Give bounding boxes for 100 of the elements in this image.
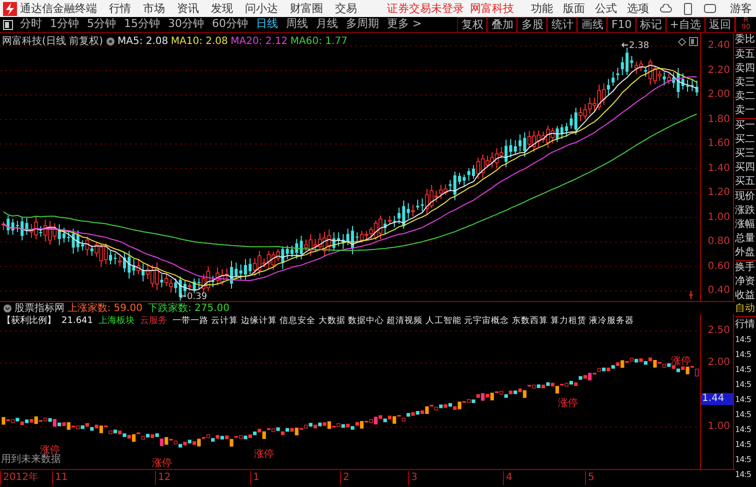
menu-item[interactable]: 选项 <box>622 1 654 16</box>
menu-item[interactable]: 版面 <box>558 1 590 16</box>
sector-name: 上海板块 <box>98 315 134 328</box>
quote-field-label: 现价 <box>735 190 756 204</box>
indicator-name: 股票指标网 <box>14 302 64 316</box>
menu-item[interactable]: 功能 <box>526 1 558 16</box>
limit-up-label: 涨停 <box>152 458 172 469</box>
quote-field-label: 卖三 <box>735 76 756 90</box>
phone-icon[interactable] <box>684 2 692 14</box>
menu-item[interactable]: 财富圈 <box>284 1 329 16</box>
quote-field-label: 买三 <box>735 147 756 161</box>
trade-time: 14:5 <box>735 334 752 346</box>
trade-time: 14:5 <box>735 439 752 451</box>
menu-item[interactable]: 交易 <box>329 1 363 16</box>
period-tab[interactable]: 15分钟 <box>120 16 164 33</box>
chart-title: 网富科技(日线 前复权) <box>2 34 103 49</box>
trade-time: 14:5 <box>735 409 752 421</box>
trade-time: 14:5 <box>735 394 752 406</box>
indicator-stat: 下跌家数: 275.00 <box>148 302 230 316</box>
axis-label: 5 <box>585 471 594 485</box>
current-value-label: 1.44 <box>701 392 733 405</box>
toolbar-button[interactable]: 标记 <box>636 17 666 32</box>
trade-time: 14:5 <box>735 379 752 391</box>
quote-field-label: 买五 <box>735 175 756 189</box>
axis-label: 2.00 <box>708 357 730 369</box>
quote-field-label: 净资 <box>735 275 756 289</box>
quote-field-label: 总量 <box>735 232 756 246</box>
period-tab[interactable]: 月线 <box>312 16 342 33</box>
period-tab[interactable]: 5分钟 <box>83 16 120 33</box>
quote-field-label: 买一 <box>735 119 756 133</box>
menu-item[interactable]: 发现 <box>205 1 239 16</box>
toolbar-button[interactable]: 多股 <box>517 17 548 32</box>
axis-label: 1.60 <box>708 138 730 150</box>
quote-field-label: 涨幅 <box>735 218 756 232</box>
period-tab[interactable]: 日线 <box>252 16 282 33</box>
diamond-icon[interactable] <box>678 38 686 46</box>
axis-label: 11 <box>52 471 68 485</box>
period-tab[interactable]: 60分钟 <box>208 16 252 33</box>
axis-label: 3 <box>408 471 418 485</box>
trade-time: 14:5 <box>735 364 752 376</box>
broker-name: 网富科技 <box>470 1 514 16</box>
quote-tab[interactable]: 行情 <box>735 317 756 332</box>
quote-field-label: 卖一 <box>735 104 756 118</box>
trade-time: 14:5 <box>735 454 752 466</box>
axis-label: 1.20 <box>708 187 730 199</box>
quote-field-label: 买二 <box>735 133 756 147</box>
axis-label: 1.80 <box>708 114 730 126</box>
period-tab[interactable]: 周线 <box>282 16 312 33</box>
mode-label[interactable]: 自动 <box>735 301 756 317</box>
axis-label: 2 <box>340 471 350 485</box>
period-tab[interactable]: 多周期 <box>342 16 383 33</box>
trade-time: 14:5 <box>735 469 752 481</box>
axis-label: 1.00 <box>708 212 730 224</box>
indicator-value: 21.641 <box>62 315 93 328</box>
toolbar-button[interactable]: F10 <box>607 17 636 32</box>
toolbar-button[interactable]: +自选 <box>666 17 705 32</box>
indicator-stat: 上涨家数: 59.00 <box>67 302 142 316</box>
menu-item[interactable]: 问小达 <box>239 1 284 16</box>
limit-up-label: 涨停 <box>671 356 691 367</box>
event-marker-icon <box>688 290 694 300</box>
period-tab[interactable]: 分时 <box>16 16 46 33</box>
menu-item[interactable]: 市场 <box>137 1 171 16</box>
axis-label: 2012年 <box>0 471 38 485</box>
window-icon[interactable] <box>689 37 698 46</box>
axis-label: 0.60 <box>708 260 730 272</box>
toolbar-button[interactable]: 复权 <box>457 17 488 32</box>
toolbar-button[interactable]: 统计 <box>547 17 578 32</box>
menu-item[interactable]: 行情 <box>103 1 137 16</box>
toolbar-button[interactable]: 叠加 <box>487 17 518 32</box>
axis-label: 4 <box>503 471 512 485</box>
toolbar-button[interactable]: 返回 <box>705 17 735 32</box>
trade-time: 14:5 <box>735 349 752 361</box>
axis-label: 2.20 <box>708 64 730 76</box>
login-status[interactable]: 证券交易未登录 <box>387 1 464 16</box>
quote-field-label: 换手 <box>735 261 756 275</box>
panel-toggle-icon[interactable] <box>3 20 13 30</box>
axis-label: 2.00 <box>708 89 730 101</box>
period-tab[interactable]: 更多 > <box>383 16 426 33</box>
limit-up-label: 涨停 <box>558 398 578 409</box>
axis-label: 1.00 <box>708 421 730 433</box>
concept-list: 一带一路 云计算 边缘计算 信息安全 大数据 数据中心 超清视频 人工智能 元宇宙概念 东数西算 算力租赁 液冷服务器 <box>172 315 634 328</box>
axis-label: 1.40 <box>708 162 730 174</box>
quote-field-label: 卖二 <box>735 90 756 104</box>
toolbar-button[interactable]: 画线 <box>577 17 608 32</box>
message-icon[interactable] <box>704 4 716 13</box>
cloud-icon[interactable] <box>660 4 672 14</box>
user-name[interactable]: 游客 <box>730 1 752 16</box>
menu-item[interactable]: 公式 <box>590 1 622 16</box>
period-tab[interactable]: 30分钟 <box>164 16 208 33</box>
data-warning: 用到未来数据 <box>1 454 61 467</box>
moving-average-value: MA5: 2.08 <box>117 35 168 49</box>
axis-label: 0.40 <box>708 285 730 297</box>
axis-label: 2.50 <box>708 325 730 337</box>
axis-label: 1 <box>250 471 260 485</box>
period-tab[interactable]: 1分钟 <box>46 16 83 33</box>
quote-field-label: 卖四 <box>735 62 756 76</box>
axis-label: 2.40 <box>708 40 730 52</box>
moving-average-value: MA20: 2.12 <box>230 35 288 49</box>
menu-item[interactable]: 资讯 <box>171 1 205 16</box>
quote-field-label: 委比 <box>735 33 756 47</box>
